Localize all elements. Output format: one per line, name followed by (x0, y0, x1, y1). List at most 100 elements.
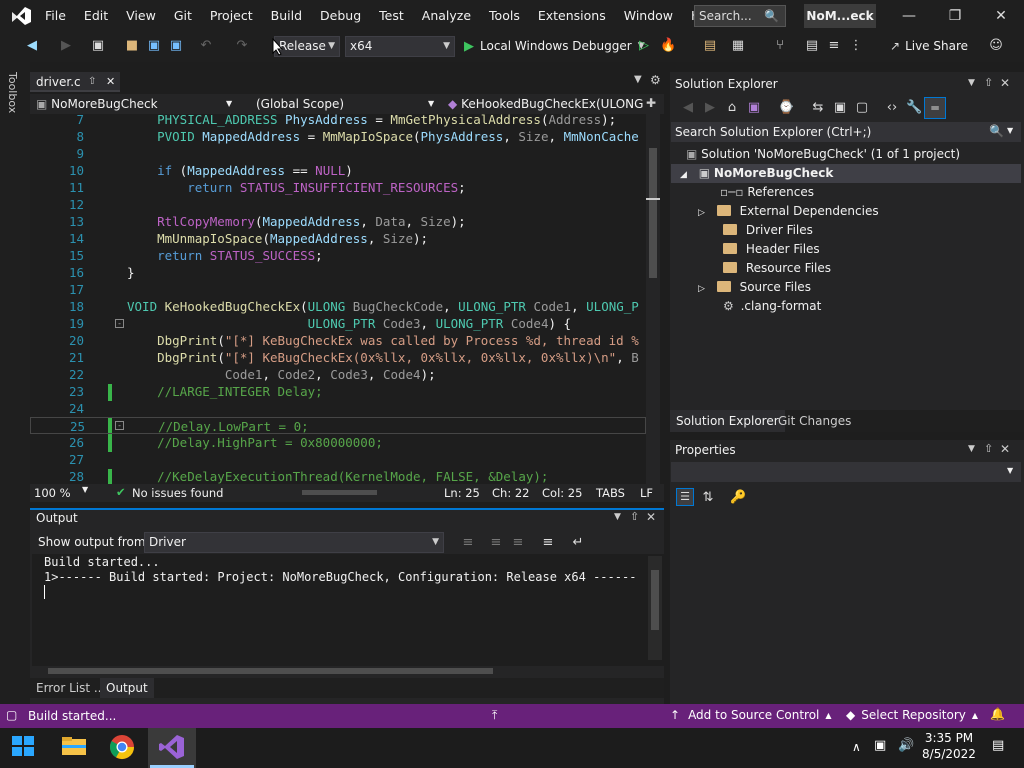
close-panel-icon[interactable]: ✕ (1000, 76, 1010, 90)
scroll-thumb[interactable] (649, 148, 657, 278)
property-pages-icon[interactable]: 🔑 (730, 490, 746, 506)
live-share-button[interactable]: ↗ Live Share (890, 38, 968, 54)
menu-window[interactable]: Window (615, 0, 682, 32)
tree-project[interactable]: ◢ ▣ NoMoreBugCheck (680, 166, 833, 180)
menu-analyze[interactable]: Analyze (413, 0, 480, 32)
layout-icon[interactable]: ▦ (730, 38, 746, 54)
menu-build[interactable]: Build (262, 0, 311, 32)
close-tab-icon[interactable]: ✕ (106, 72, 115, 92)
pin-icon[interactable]: ⇧ (984, 442, 993, 455)
close-panel-icon[interactable]: ✕ (1000, 442, 1010, 456)
line-indicator[interactable]: Ln: 25 (444, 486, 480, 500)
tab-error-list[interactable]: Error List ... (36, 681, 105, 695)
notification-center-icon[interactable]: ▤ (992, 738, 1004, 753)
hot-reload-icon[interactable]: 🔥 (660, 38, 676, 54)
menu-extensions[interactable]: Extensions (529, 0, 615, 32)
chevron-down-icon[interactable]: ▼ (614, 512, 621, 522)
chevron-down-icon[interactable]: ▼ (968, 444, 975, 454)
chrome-icon[interactable] (108, 733, 138, 763)
close-button[interactable]: ✕ (978, 0, 1024, 32)
pin-icon[interactable]: ⇧ (630, 510, 639, 523)
chevron-down-icon[interactable]: ▼ (82, 485, 88, 494)
code-editor[interactable]: - - 7 PHYSICAL_ADDRESS PhysAddress = MmG… (30, 114, 664, 484)
split-icon[interactable]: ✚ (646, 96, 656, 110)
chevron-down-icon[interactable]: ▼ (968, 78, 975, 88)
new-project-icon[interactable]: ▣ (90, 38, 106, 54)
switch-views-icon[interactable]: ▣ (746, 100, 762, 116)
solution-search-input[interactable]: Search Solution Explorer (Ctrl+;) 🔍 ▼ (671, 122, 1021, 142)
platform-dropdown[interactable]: x64 ▼ (345, 36, 455, 57)
menu-project[interactable]: Project (201, 0, 262, 32)
settings-icon[interactable]: ⚙ (650, 73, 661, 87)
notification-upload-icon[interactable]: ⤒ (492, 708, 497, 723)
previous-message-icon[interactable]: ≡ (488, 535, 504, 551)
chevron-up-icon[interactable]: ∧ (852, 740, 861, 754)
select-repository-button[interactable]: ◆ Select Repository ▲ (846, 708, 978, 722)
add-to-source-control-button[interactable]: ↑ Add to Source Control ▲ (670, 708, 832, 722)
tree-item-external-dependencies[interactable]: ▷ External Dependencies (698, 204, 879, 218)
menu-test[interactable]: Test (370, 0, 413, 32)
toolbox-tab[interactable]: Toolbox (6, 72, 19, 113)
visual-studio-taskbar-icon[interactable] (158, 733, 188, 763)
tab-git-changes[interactable]: Git Changes (778, 414, 851, 428)
save-all-icon[interactable]: ▣ (168, 38, 184, 54)
horizontal-scrollbar[interactable] (292, 487, 422, 497)
menu-debug[interactable]: Debug (311, 0, 370, 32)
alphabetical-icon[interactable]: ⇅ (700, 490, 716, 506)
menu-edit[interactable]: Edit (75, 0, 117, 32)
scope-dropdown[interactable]: (Global Scope) ▼ (256, 94, 436, 114)
code-view-icon[interactable]: ‹› (884, 100, 900, 116)
folder-view-icon[interactable]: ▤ (702, 38, 718, 54)
back-icon[interactable]: ◀ (24, 38, 40, 54)
tree-solution[interactable]: ▣ Solution 'NoMoreBugCheck' (1 of 1 proj… (686, 147, 960, 161)
project-dropdown[interactable]: ▣ NoMoreBugCheck ▼ (36, 94, 236, 114)
maximize-button[interactable]: ❐ (932, 0, 978, 32)
feedback-icon[interactable]: ☺ (988, 38, 1004, 54)
comment-icon[interactable]: ▤ (804, 38, 820, 54)
tree-item-references[interactable]: ▫─▫ References (720, 185, 814, 199)
redo-icon[interactable]: ↷ (234, 38, 250, 54)
menu-git[interactable]: Git (165, 0, 201, 32)
tree-item-header-files[interactable]: Header Files (723, 242, 820, 256)
properties-object-dropdown[interactable]: ▼ (671, 462, 1021, 482)
preview-selected-icon[interactable]: ═ (924, 97, 946, 119)
sync-icon[interactable]: ⇆ (810, 100, 826, 116)
pending-changes-filter-icon[interactable]: ⌚ (778, 100, 794, 116)
output-source-dropdown[interactable]: Driver ▼ (144, 532, 444, 553)
tab-list-icon[interactable]: ▼ (634, 74, 642, 85)
uncomment-icon[interactable]: ≡ (826, 38, 842, 54)
back-icon[interactable]: ◀ (680, 100, 696, 116)
save-icon[interactable]: ▣ (146, 38, 162, 54)
menu-view[interactable]: View (117, 0, 165, 32)
char-indicator[interactable]: Ch: 22 (492, 486, 529, 500)
open-folder-icon[interactable]: ■ (124, 38, 140, 54)
next-message-icon[interactable]: ≡ (510, 535, 526, 551)
scroll-thumb[interactable] (48, 668, 493, 674)
scroll-thumb[interactable] (651, 570, 659, 630)
git-icon[interactable]: ⑂ (772, 38, 788, 54)
tree-item-driver-files[interactable]: Driver Files (723, 223, 813, 237)
minimize-button[interactable]: — (886, 0, 932, 32)
volume-icon[interactable]: 🔊 (898, 738, 914, 753)
line-ending-indicator[interactable]: LF (640, 486, 653, 500)
clock[interactable]: 3:35 PM 8/5/2022 (922, 731, 976, 761)
properties-wrench-icon[interactable]: 🔧 (906, 100, 922, 116)
editor-scrollbar[interactable] (646, 114, 660, 484)
collapse-all-icon[interactable]: ▣ (832, 100, 848, 116)
tree-item-source-files[interactable]: ▷ Source Files (698, 280, 811, 294)
pin-icon[interactable]: ⇧ (984, 76, 993, 89)
menu-tools[interactable]: Tools (480, 0, 529, 32)
find-message-icon[interactable]: ≡ (460, 535, 476, 551)
start-without-debugging-icon[interactable]: ▷ (636, 38, 652, 54)
notifications-bell-icon[interactable]: 🔔 (990, 707, 1005, 721)
output-scrollbar[interactable] (648, 556, 662, 660)
pin-icon[interactable]: ⇧ (88, 72, 96, 92)
undo-icon[interactable]: ↶ (198, 38, 214, 54)
file-explorer-icon[interactable] (60, 733, 90, 763)
home-icon[interactable]: ⌂ (724, 100, 740, 116)
close-panel-icon[interactable]: ✕ (646, 510, 656, 524)
start-debugger-button[interactable]: ▶ Local Windows Debugger ▼ (464, 38, 645, 54)
column-indicator[interactable]: Col: 25 (542, 486, 582, 500)
clear-all-icon[interactable]: ≡ (540, 535, 556, 551)
zoom-level[interactable]: 100 % (34, 486, 71, 500)
